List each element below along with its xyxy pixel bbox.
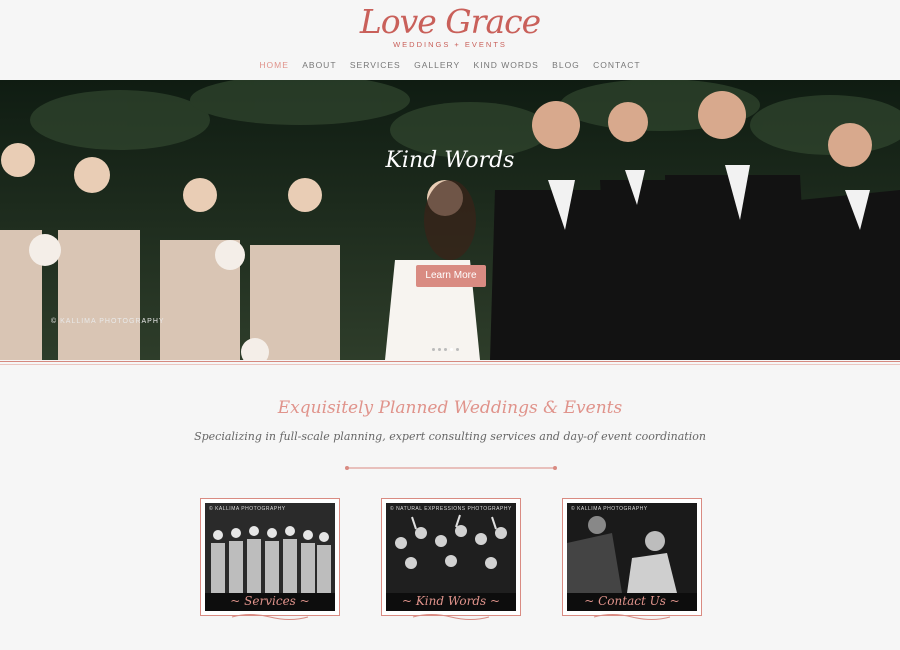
- card-photo-credit: © NATURAL EXPRESSIONS PHOTOGRAPHY: [390, 506, 512, 512]
- nav-item-about[interactable]: ABOUT: [302, 60, 336, 70]
- nav-item-kind-words[interactable]: KIND WORDS: [474, 60, 539, 70]
- slider-dots: [432, 338, 462, 356]
- nav-item-gallery[interactable]: GALLERY: [414, 60, 460, 70]
- learn-more-button[interactable]: Learn More: [416, 265, 486, 287]
- photo-credit: © KALLIMA PHOTOGRAPHY: [51, 318, 165, 325]
- card-label[interactable]: ~ Kind Words ~: [386, 594, 516, 608]
- card-label[interactable]: ~ Contact Us ~: [567, 594, 697, 608]
- slider-dot[interactable]: [438, 348, 441, 351]
- intro-title: Exquisitely Planned Weddings & Events: [277, 398, 623, 418]
- logo-name: Love Grace: [359, 2, 541, 41]
- card-photo-credit: © KALLIMA PHOTOGRAPHY: [571, 506, 648, 512]
- card-ornament: [593, 614, 671, 620]
- card-label[interactable]: ~ Services ~: [205, 594, 335, 608]
- card-photo: © KALLIMA PHOTOGRAPHY ~ Services ~: [205, 503, 335, 611]
- nav-item-blog[interactable]: BLOG: [552, 60, 580, 70]
- card-ornament: [231, 614, 309, 620]
- intro-subtitle: Specializing in full-scale planning, exp…: [194, 430, 706, 443]
- nav-item-contact[interactable]: CONTACT: [593, 60, 640, 70]
- site-header: Love Grace WEDDINGS + EVENTS HOME ABOUT …: [0, 0, 900, 80]
- nav-item-home[interactable]: HOME: [259, 60, 289, 70]
- card-photo-credit: © KALLIMA PHOTOGRAPHY: [209, 506, 286, 512]
- kind-words-card[interactable]: © NATURAL EXPRESSIONS PHOTOGRAPHY ~ Kind…: [381, 498, 521, 616]
- slider-dot[interactable]: [444, 348, 447, 351]
- hero-title: Kind Words: [385, 148, 515, 173]
- services-card[interactable]: © KALLIMA PHOTOGRAPHY ~ Services ~: [200, 498, 340, 616]
- logo-tagline: WEDDINGS + EVENTS: [393, 40, 507, 49]
- nav-item-services[interactable]: SERVICES: [350, 60, 401, 70]
- divider: [0, 361, 900, 362]
- divider: [0, 364, 900, 365]
- logo[interactable]: Love Grace WEDDINGS + EVENTS: [0, 2, 900, 49]
- card-ornament: [412, 614, 490, 620]
- slider-dot[interactable]: [456, 348, 459, 351]
- card-photo: © KALLIMA PHOTOGRAPHY ~ Contact Us ~: [567, 503, 697, 611]
- contact-us-card[interactable]: © KALLIMA PHOTOGRAPHY ~ Contact Us ~: [562, 498, 702, 616]
- card-photo: © NATURAL EXPRESSIONS PHOTOGRAPHY ~ Kind…: [386, 503, 516, 611]
- hero-slider[interactable]: Kind Words Learn More © KALLIMA PHOTOGRA…: [0, 80, 900, 360]
- main-nav: HOME ABOUT SERVICES GALLERY KIND WORDS B…: [0, 60, 900, 70]
- flourish-divider: [345, 466, 557, 470]
- slider-dot-active[interactable]: [450, 348, 453, 351]
- slider-dot[interactable]: [432, 348, 435, 351]
